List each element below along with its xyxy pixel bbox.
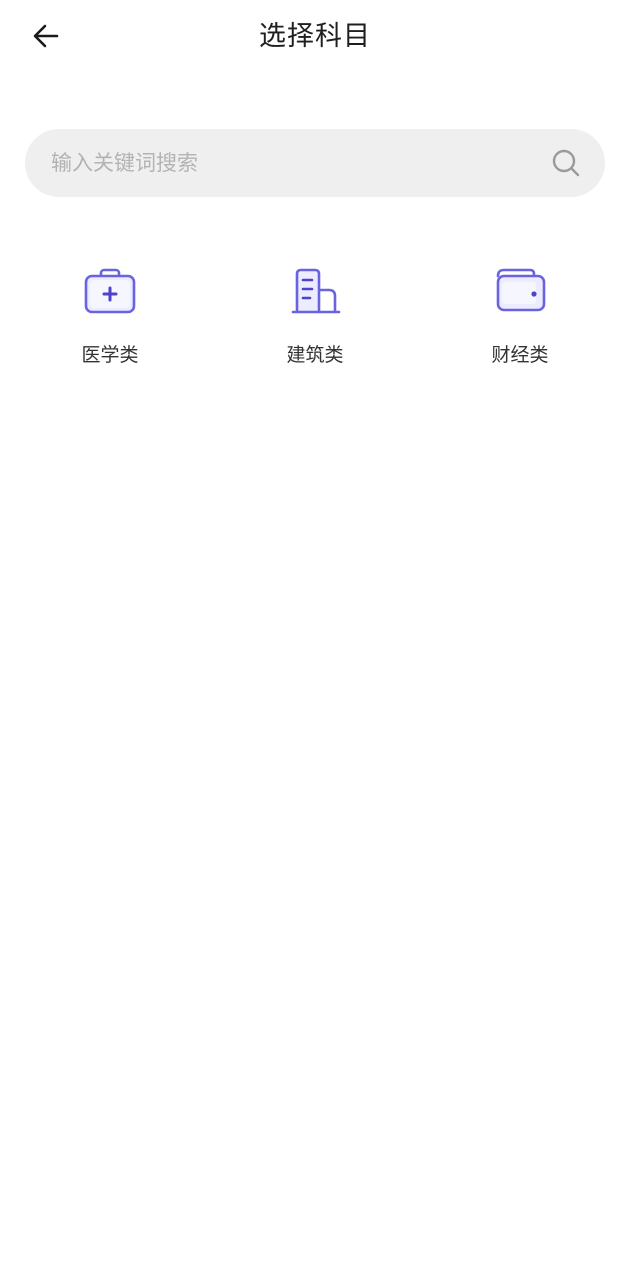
category-finance[interactable]: 财经类 <box>440 250 600 380</box>
wallet-icon <box>496 268 546 312</box>
search-bar[interactable] <box>25 129 605 197</box>
category-architecture[interactable]: 建筑类 <box>235 250 395 380</box>
top-bar: 选择科目 <box>0 0 630 74</box>
category-label: 建筑类 <box>286 344 344 366</box>
medical-kit-icon <box>84 268 136 314</box>
page-title: 选择科目 <box>259 21 371 52</box>
search-icon[interactable] <box>551 148 581 178</box>
category-grid: 医学类 建筑类 财经类 <box>0 250 630 380</box>
search-input[interactable] <box>51 129 531 197</box>
category-medical[interactable]: 医学类 <box>30 250 190 380</box>
category-label: 财经类 <box>491 344 549 366</box>
building-icon <box>291 268 341 314</box>
category-label: 医学类 <box>81 344 139 366</box>
